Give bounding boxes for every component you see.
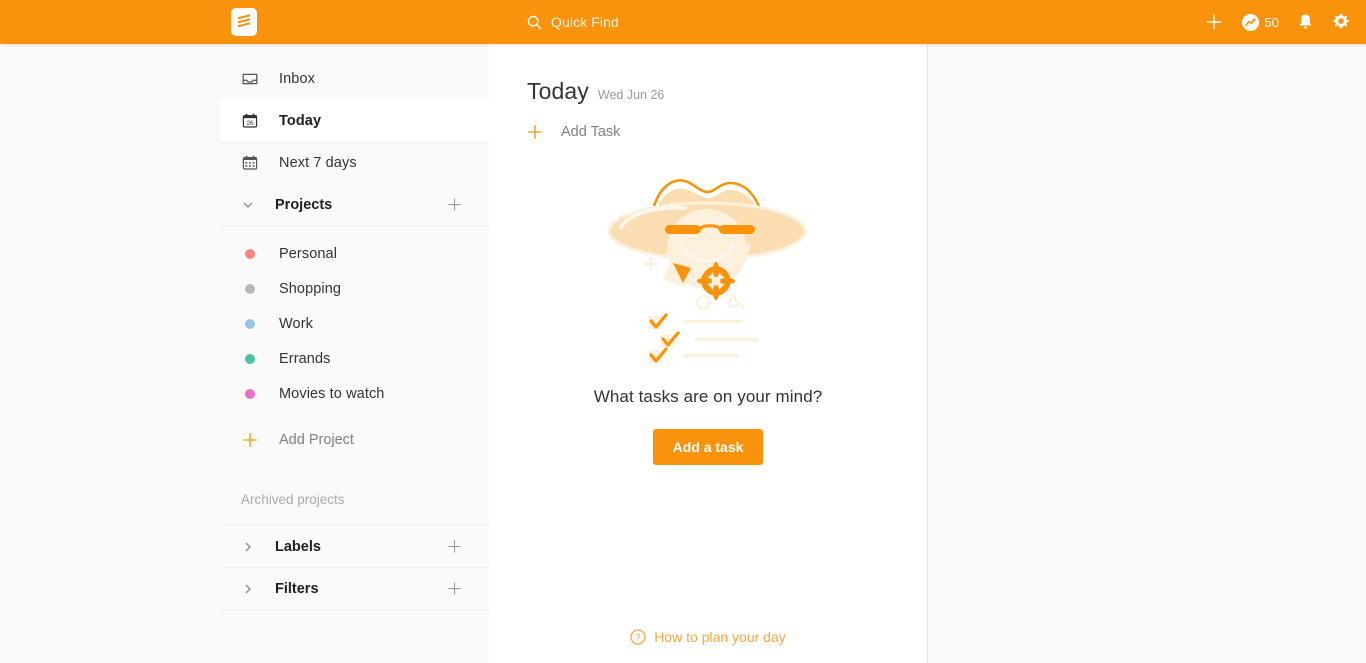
add-task-row[interactable]: Add Task xyxy=(489,119,927,145)
archived-projects-link[interactable]: Archived projects xyxy=(220,489,489,509)
empty-state-message: What tasks are on your mind? xyxy=(593,387,823,406)
sidebar-item-label: Today xyxy=(279,113,322,129)
project-color-dot xyxy=(245,248,255,259)
summer-hat-checklist-illustration xyxy=(607,179,807,363)
how-to-plan-your-day-link[interactable]: ? How to plan your day xyxy=(489,629,927,645)
chevron-down-icon[interactable] xyxy=(241,198,255,212)
search-icon xyxy=(527,15,542,29)
archived-projects-label: Archived projects xyxy=(241,491,345,507)
quick-find-label: Quick Find xyxy=(551,14,619,30)
chevron-right-icon[interactable] xyxy=(241,540,255,554)
plus-icon xyxy=(447,198,461,211)
plus-icon xyxy=(447,582,461,595)
quick-find-search[interactable]: Quick Find xyxy=(527,0,619,44)
sidebar-project-errands[interactable]: Errands xyxy=(220,341,489,376)
filters-section-title: Filters xyxy=(275,580,319,597)
gear-icon xyxy=(1333,14,1349,29)
sidebar-item-inbox[interactable]: Inbox xyxy=(220,58,489,100)
bell-icon xyxy=(1299,14,1312,29)
projects-section-header[interactable]: Projects xyxy=(220,184,489,226)
settings-button[interactable] xyxy=(1332,13,1350,31)
sidebar: Inbox 26 Today Next 7 days Projects Pers… xyxy=(0,44,489,663)
topbar-actions: 50 xyxy=(1205,0,1350,44)
sidebar-item-next-7-days[interactable]: Next 7 days xyxy=(220,142,489,184)
project-name: Personal xyxy=(279,245,338,262)
add-task-button[interactable] xyxy=(1205,13,1223,31)
project-name: Shopping xyxy=(279,280,342,297)
project-name: Movies to watch xyxy=(279,385,385,402)
todoist-logo-icon xyxy=(238,14,250,28)
project-name: Errands xyxy=(279,350,331,367)
project-color-dot xyxy=(245,388,255,399)
add-label-icon[interactable] xyxy=(446,539,462,555)
right-gutter xyxy=(928,44,1366,663)
top-bar: Quick Find 50 xyxy=(0,0,1366,44)
project-color-dot xyxy=(245,353,255,364)
chevron-right-icon[interactable] xyxy=(241,582,255,596)
sidebar-project-work[interactable]: Work xyxy=(220,306,489,341)
sidebar-project-personal[interactable]: Personal xyxy=(220,236,489,271)
empty-state: What tasks are on your mind? Add a task xyxy=(489,161,927,465)
inbox-icon xyxy=(241,70,259,88)
project-color-dot xyxy=(245,283,255,294)
page-date: Wed Jun 26 xyxy=(597,88,665,102)
add-project-label: Add Project xyxy=(279,432,354,448)
productivity-karma-button[interactable]: 50 xyxy=(1241,13,1279,32)
sidebar-item-label: Next 7 days xyxy=(279,155,357,171)
plus-icon xyxy=(1206,14,1221,30)
add-filter-icon[interactable] xyxy=(446,581,462,597)
page-title: Today xyxy=(527,78,589,104)
add-project-button[interactable]: Add Project xyxy=(220,421,489,459)
today-day-number: 26 xyxy=(246,120,254,127)
sidebar-project-movies-to-watch[interactable]: Movies to watch xyxy=(220,376,489,411)
add-a-task-button[interactable]: Add a task xyxy=(652,429,764,465)
productivity-icon xyxy=(1241,13,1259,31)
page-header: Today Wed Jun 26 xyxy=(489,78,927,105)
karma-count: 50 xyxy=(1264,14,1279,30)
todoist-logo[interactable] xyxy=(231,8,257,36)
project-color-dot xyxy=(245,318,255,329)
plus-icon xyxy=(241,431,259,449)
sidebar-project-shopping[interactable]: Shopping xyxy=(220,271,489,306)
projects-section-title: Projects xyxy=(275,196,333,213)
labels-section-title: Labels xyxy=(275,538,321,555)
plus-icon xyxy=(527,124,543,140)
filters-section-header[interactable]: Filters xyxy=(220,568,489,610)
labels-section-header[interactable]: Labels xyxy=(220,526,489,568)
sidebar-item-label: Inbox xyxy=(279,71,315,87)
notifications-button[interactable] xyxy=(1297,13,1314,31)
svg-text:?: ? xyxy=(636,632,641,642)
plus-icon xyxy=(447,540,461,553)
main-content: Today Wed Jun 26 Add Task What tasks are… xyxy=(489,44,928,663)
app-body: Inbox 26 Today Next 7 days Projects Pers… xyxy=(0,44,1366,663)
calendar-week-icon xyxy=(241,154,259,172)
help-link-label: How to plan your day xyxy=(654,629,786,645)
add-project-icon[interactable] xyxy=(446,197,462,213)
calendar-today-icon: 26 xyxy=(241,112,259,130)
project-name: Work xyxy=(279,315,313,332)
add-task-label: Add Task xyxy=(561,124,621,140)
question-circle-icon: ? xyxy=(630,629,646,645)
sidebar-item-today[interactable]: 26 Today xyxy=(220,100,489,142)
